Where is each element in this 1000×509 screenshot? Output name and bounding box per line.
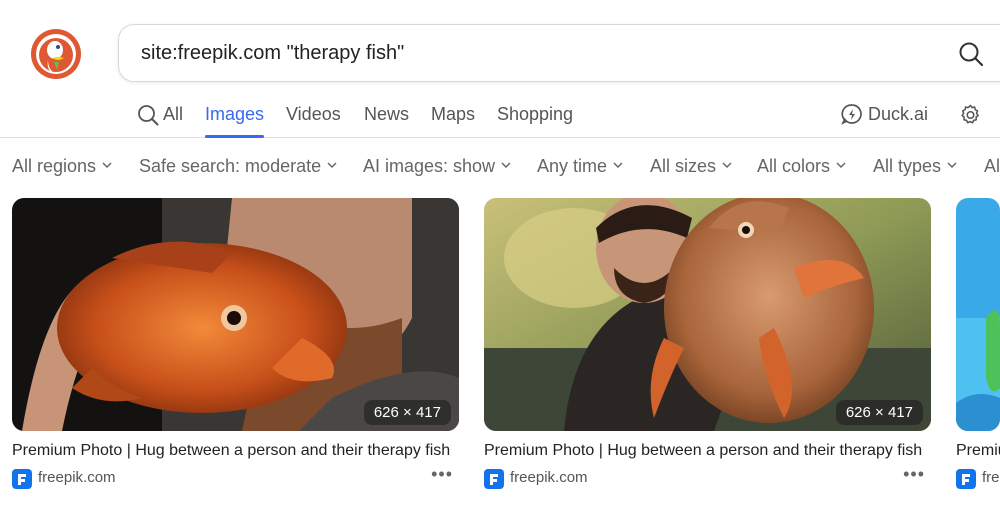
search-icon[interactable] [957, 40, 985, 68]
tab-videos[interactable]: Videos [286, 94, 341, 137]
filter-bar: All regions Safe search: moderate AI ima… [0, 138, 1000, 194]
search-box [118, 24, 1000, 82]
result-thumbnail[interactable] [956, 198, 1000, 431]
fish-illustration-image [956, 198, 1000, 431]
result-source[interactable]: freepik.com [38, 469, 116, 486]
tab-all[interactable]: All [163, 94, 183, 137]
fish-hug-image [484, 198, 931, 431]
filter-label: Safe search: moderate [139, 156, 322, 176]
freepik-icon [956, 469, 976, 489]
filter-safe-search[interactable]: Safe search: moderate [139, 156, 337, 177]
result-thumbnail[interactable]: 626 × 417 [12, 198, 459, 431]
filter-label: All regions [12, 156, 97, 176]
search-icon [138, 105, 159, 126]
image-result: Premium freepik.com [956, 198, 1000, 490]
search-input[interactable] [141, 25, 921, 81]
chevron-down-icon [102, 162, 112, 169]
tab-maps[interactable]: Maps [431, 94, 475, 137]
more-options-icon[interactable]: ••• [431, 464, 453, 485]
filter-types[interactable]: All types [873, 156, 957, 177]
freepik-icon [484, 469, 504, 489]
result-source[interactable]: freepik.com [982, 469, 1000, 486]
result-title[interactable]: Premium Photo | Hug between a person and… [484, 442, 924, 460]
duckduckgo-logo[interactable] [30, 28, 82, 80]
freepik-icon [12, 469, 32, 489]
image-result: 626 × 417 Premium Photo | Hug between a … [12, 198, 459, 490]
filter-label: AI images: show [363, 156, 496, 176]
tab-news[interactable]: News [364, 94, 409, 137]
duck-ai-link[interactable]: Duck.ai [868, 94, 928, 137]
filter-label: All types [873, 156, 942, 176]
result-thumbnail[interactable]: 626 × 417 [484, 198, 931, 431]
chevron-down-icon [613, 162, 623, 169]
filter-label: Any time [537, 156, 608, 176]
result-title[interactable]: Premium Photo | Hug between a person and… [12, 442, 452, 460]
image-dimensions: 626 × 417 [363, 400, 451, 425]
tab-shopping[interactable]: Shopping [497, 94, 573, 137]
filter-sizes[interactable]: All sizes [650, 156, 732, 177]
chevron-down-icon [722, 162, 732, 169]
gear-icon[interactable] [959, 103, 982, 126]
fish-hug-image [12, 198, 459, 431]
chevron-down-icon [501, 162, 511, 169]
filter-label: All sizes [650, 156, 717, 176]
search-tabs: All Images Videos News Maps Shopping Duc… [0, 94, 1000, 138]
tab-images[interactable]: Images [205, 94, 265, 138]
filter-layout[interactable]: Al [984, 156, 1000, 177]
filter-regions[interactable]: All regions [12, 156, 112, 177]
chevron-down-icon [947, 162, 957, 169]
image-result: 626 × 417 Premium Photo | Hug between a … [484, 198, 931, 490]
image-dimensions: 626 × 417 [835, 400, 923, 425]
chevron-down-icon [836, 162, 846, 169]
filter-label: All colors [757, 156, 831, 176]
result-source[interactable]: freepik.com [510, 469, 588, 486]
filter-colors[interactable]: All colors [757, 156, 846, 177]
filter-label: Al [984, 156, 1000, 176]
filter-time[interactable]: Any time [537, 156, 623, 177]
more-options-icon[interactable]: ••• [903, 464, 925, 485]
result-title[interactable]: Premium [956, 442, 1000, 460]
filter-ai-images[interactable]: AI images: show [363, 156, 511, 177]
duck-ai-icon [841, 104, 862, 125]
chevron-down-icon [327, 162, 337, 169]
